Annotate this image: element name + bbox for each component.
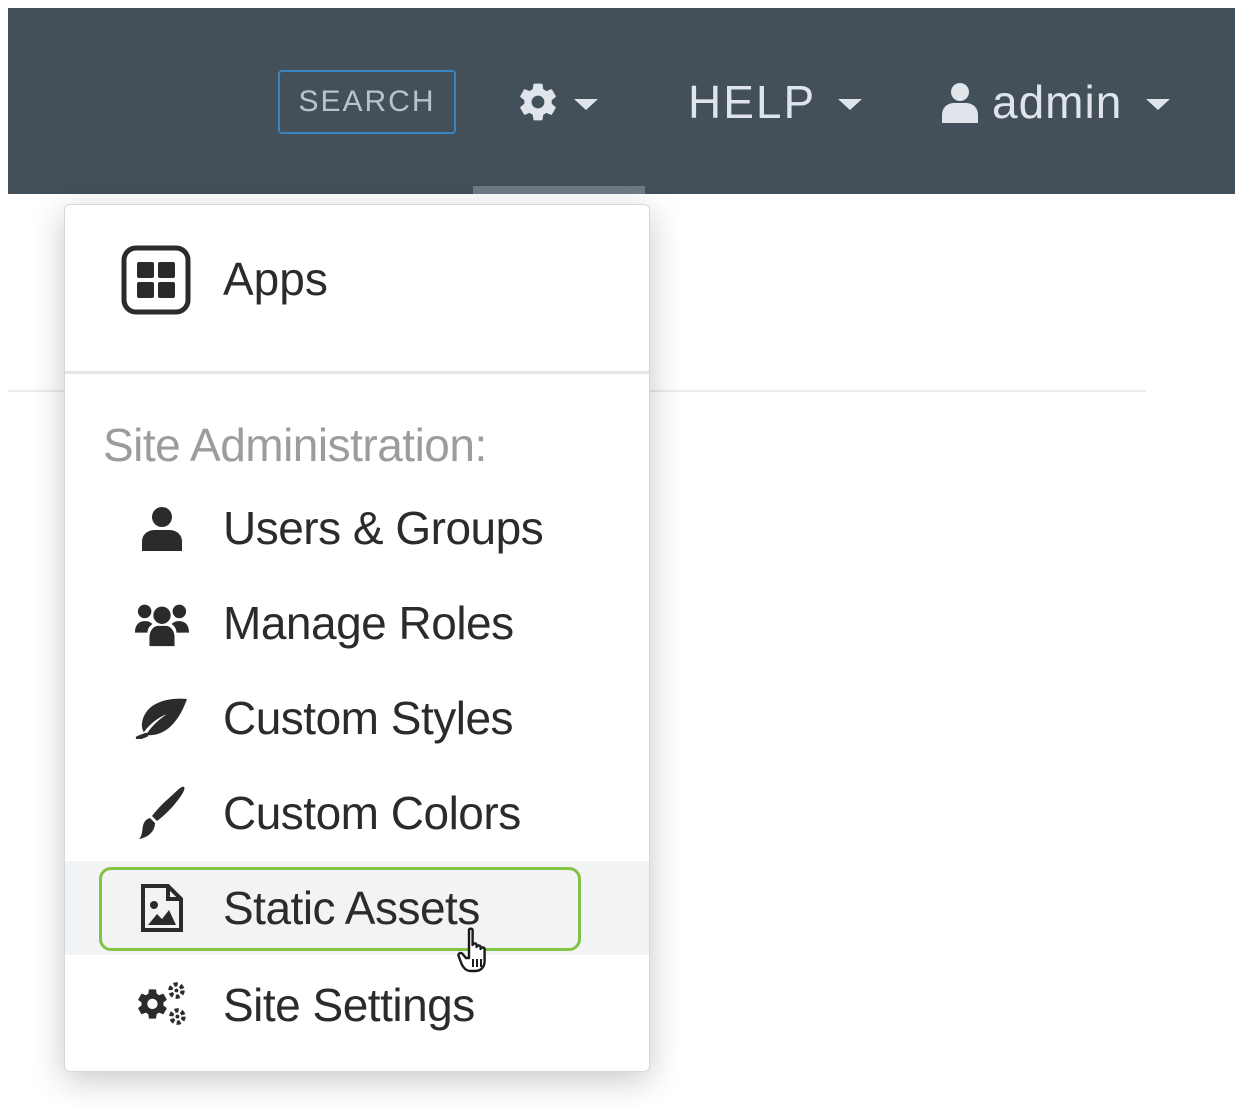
- menu-item-custom-colors[interactable]: Custom Colors: [65, 766, 649, 860]
- menu-item-label: Users & Groups: [223, 502, 544, 554]
- menu-item-site-settings[interactable]: Site Settings: [65, 958, 649, 1052]
- settings-menu-toggle[interactable]: [516, 66, 598, 138]
- menu-item-users-groups[interactable]: Users & Groups: [65, 481, 649, 575]
- chevron-down-icon: [838, 98, 863, 110]
- gear-icon: [516, 80, 560, 124]
- search-button[interactable]: SEARCH: [278, 70, 456, 134]
- menu-item-apps[interactable]: Apps: [65, 205, 649, 371]
- chevron-down-icon: [574, 98, 598, 110]
- chevron-down-icon: [1146, 98, 1171, 110]
- help-menu-toggle[interactable]: HELP: [688, 66, 863, 138]
- cogs-icon: [135, 978, 189, 1032]
- leaf-icon: [135, 691, 189, 745]
- menu-item-label: Site Settings: [223, 979, 475, 1031]
- menu-item-static-assets[interactable]: Static Assets: [65, 861, 649, 973]
- menu-item-label: Custom Colors: [223, 787, 521, 839]
- active-menu-indicator: [473, 186, 645, 194]
- user-icon: [135, 501, 189, 555]
- grid-icon: [121, 245, 191, 320]
- user-menu-toggle[interactable]: admin: [942, 66, 1171, 138]
- section-header: Site Administration:: [103, 419, 487, 471]
- paintbrush-icon: [135, 786, 189, 840]
- user-icon: [942, 81, 978, 123]
- menu-item-label: Custom Styles: [223, 692, 514, 744]
- menu-item-label: Apps: [223, 253, 328, 305]
- menu-item-manage-roles[interactable]: Manage Roles: [65, 576, 649, 670]
- users-icon: [135, 596, 189, 650]
- menu-divider: [65, 371, 649, 374]
- settings-dropdown-menu: Apps Site Administration: Users & Groups: [64, 204, 650, 1072]
- menu-item-label: Manage Roles: [223, 597, 514, 649]
- help-label: HELP: [688, 76, 817, 128]
- app-window: SEARCH HELP admin Apps Site Administrati…: [0, 0, 1235, 1106]
- menu-item-custom-styles[interactable]: Custom Styles: [65, 671, 649, 765]
- user-name: admin: [992, 76, 1123, 128]
- image-file-icon: [135, 881, 189, 935]
- menu-item-label: Static Assets: [223, 882, 480, 934]
- top-navbar: SEARCH HELP admin: [8, 8, 1235, 194]
